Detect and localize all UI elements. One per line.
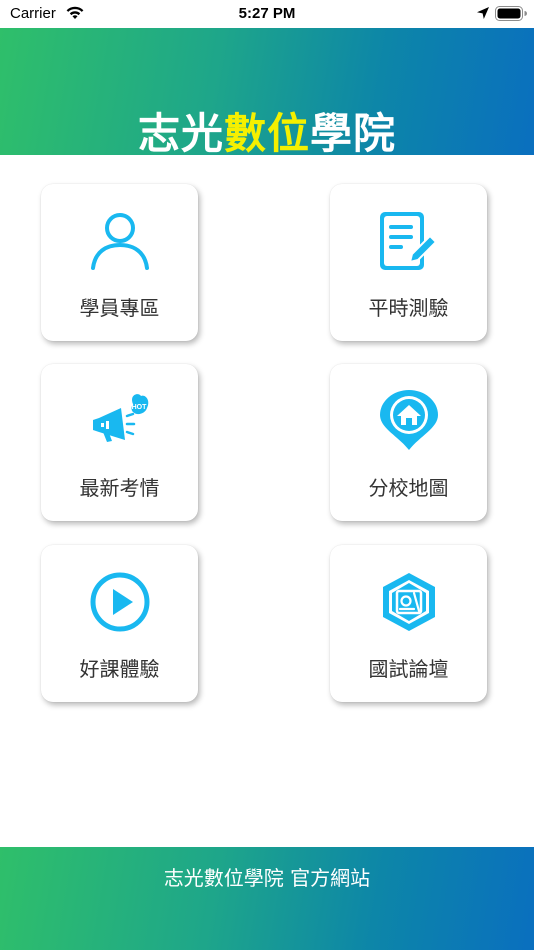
forum-guo-icon <box>383 573 435 631</box>
tile-label: 平時測驗 <box>368 296 449 320</box>
battery-icon <box>495 6 527 21</box>
svg-text:HOT: HOT <box>132 404 148 411</box>
status-bar: Carrier 5:27 PM <box>0 0 534 28</box>
header-banner: 志光數位學院 <box>0 28 534 158</box>
tile-label: 分校地圖 <box>368 476 449 500</box>
play-icon <box>90 572 150 632</box>
tile-course-trial[interactable]: 好課體驗 <box>41 545 198 702</box>
clock-time: 5:27 PM <box>238 5 296 22</box>
quiz-document-icon <box>380 212 438 270</box>
tile-label: 最新考情 <box>79 476 160 500</box>
location-arrow-icon <box>477 7 489 19</box>
tile-label: 好課體驗 <box>79 657 160 681</box>
tile-student-area[interactable]: 學員專區 <box>41 184 198 341</box>
tile-label: 國試論壇 <box>368 657 449 681</box>
title-text-highlight: 數位 <box>223 109 310 158</box>
tile-label: 學員專區 <box>79 296 160 320</box>
title-text-part1: 志光 <box>137 109 224 158</box>
tile-quiz[interactable]: 平時測驗 <box>330 184 487 341</box>
title-text-part2: 學院 <box>310 109 397 158</box>
official-website-link[interactable]: 志光數位學院 官方網站 <box>0 847 534 950</box>
map-pin-home-icon <box>380 390 438 450</box>
tile-exam-forum[interactable]: 國試論壇 <box>330 545 487 702</box>
user-icon <box>91 213 149 270</box>
app-title: 志光數位學院 <box>0 100 534 161</box>
official-website-label: 志光數位學院 官方網站 <box>163 866 371 890</box>
tile-latest-news[interactable]: HOT 最新考情 <box>41 364 198 521</box>
tile-branch-map[interactable]: 分校地圖 <box>330 364 487 521</box>
megaphone-hot-icon: HOT <box>93 394 149 442</box>
